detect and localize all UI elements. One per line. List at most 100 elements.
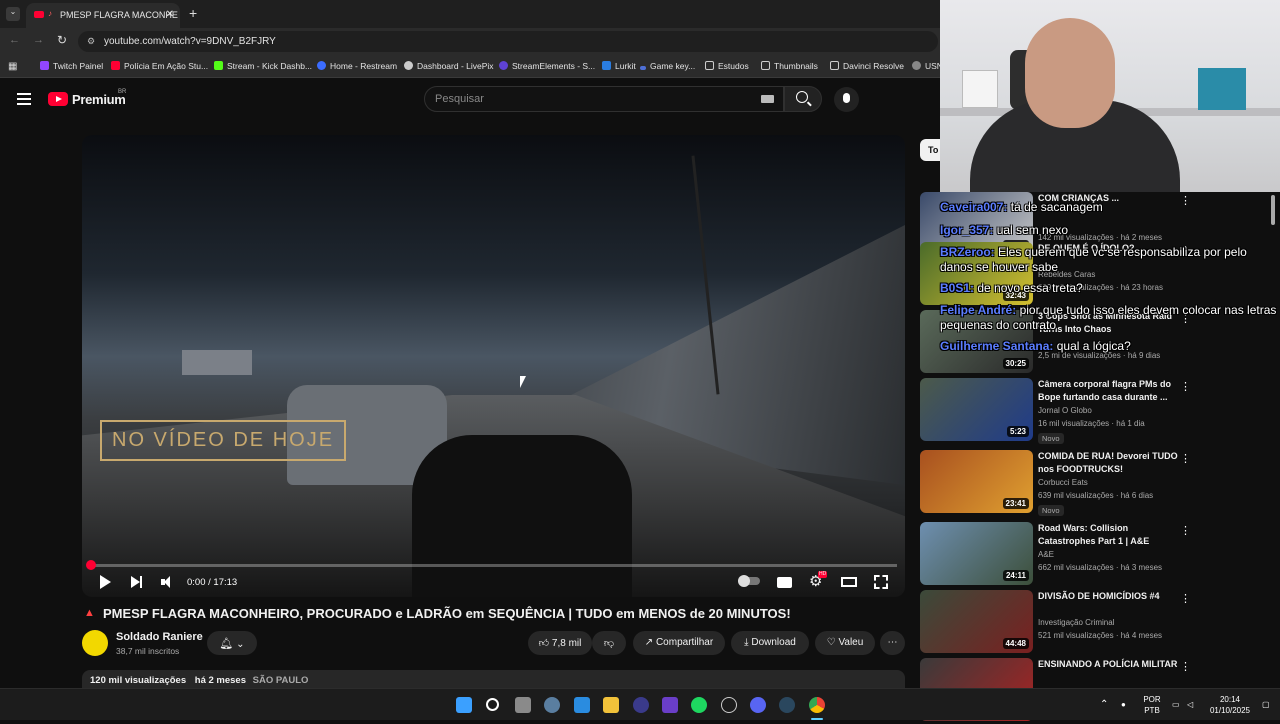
fullscreen-icon[interactable] (873, 574, 889, 590)
notification-bell-button[interactable]: 🔔︎ ⌄ (207, 631, 257, 655)
channel-name[interactable]: Corbucci Eats (1038, 478, 1088, 487)
task-view-icon[interactable] (515, 697, 531, 713)
bookmark-streamelements[interactable]: StreamElements - S... (499, 61, 595, 71)
back-icon[interactable]: ← (9, 34, 20, 46)
filter-chip[interactable]: To (920, 139, 940, 161)
apps-grid-icon[interactable]: ▦ (8, 61, 17, 72)
steam-alt-icon[interactable] (721, 697, 737, 713)
media-app-icon[interactable] (633, 697, 649, 713)
discord-icon[interactable] (750, 697, 766, 713)
bookmark-restream[interactable]: Home - Restream (317, 61, 397, 71)
video-thumbnail[interactable]: 24:11 (920, 522, 1033, 585)
file-explorer-icon[interactable] (603, 697, 619, 713)
site-info-icon[interactable]: ⚙ (87, 36, 95, 47)
search-icon-handle (807, 101, 812, 107)
settings-gear-icon[interactable]: ⚙ HD (809, 571, 828, 590)
theater-mode-icon[interactable] (841, 574, 857, 590)
more-actions-button[interactable]: ⋯ (880, 631, 905, 655)
reload-icon[interactable]: ↻ (57, 33, 67, 47)
video-title[interactable]: DIVISÃO DE HOMICÍDIOS #4 (1038, 590, 1188, 603)
more-vertical-icon[interactable]: ⋮ (1180, 524, 1191, 537)
list-item[interactable]: 44:48 DIVISÃO DE HOMICÍDIOS #4 Investigaçã… (920, 590, 1270, 656)
list-item[interactable]: 5:23 Câmera corporal flagra PMs do Bope f… (920, 378, 1270, 444)
more-vertical-icon[interactable]: ⋮ (1180, 660, 1191, 673)
browser-tab[interactable]: ♪ PMESP FLAGRA MACONHE ✕ (26, 3, 180, 28)
streamdeck-icon[interactable] (662, 697, 678, 713)
tab-list-chevron-icon[interactable]: ⌄ (6, 7, 20, 21)
bookmark-kick[interactable]: Stream - Kick Dashb... (214, 61, 312, 71)
bookmark-folder-thumbnails[interactable]: Thumbnails (761, 61, 818, 71)
video-thumbnail[interactable]: 23:41 (920, 450, 1033, 513)
next-icon[interactable] (129, 574, 145, 590)
search-input[interactable]: Pesquisar (424, 86, 784, 112)
location-tag[interactable]: SÃO PAULO (253, 675, 309, 686)
search-taskbar-icon[interactable] (486, 698, 499, 711)
play-icon[interactable] (98, 574, 114, 590)
clock[interactable]: 20:14 01/10/2025 (1205, 694, 1255, 716)
chevron-down-icon: ⌄ (236, 639, 245, 650)
autoplay-toggle[interactable] (738, 575, 760, 587)
subtitles-icon[interactable] (777, 574, 793, 590)
tray-mic-icon[interactable]: ● (1121, 699, 1126, 710)
new-tab-icon[interactable]: + (189, 5, 197, 21)
menu-icon[interactable] (17, 93, 31, 105)
chrome-icon[interactable] (809, 697, 825, 713)
close-tab-icon[interactable]: ✕ (166, 9, 174, 20)
network-icon[interactable]: ▭ (1172, 699, 1180, 710)
tray-chevron-icon[interactable]: ⌃ (1100, 699, 1108, 710)
channel-name[interactable]: Jornal O Globo (1038, 406, 1092, 415)
youtube-logo-icon[interactable] (48, 92, 68, 106)
video-thumbnail[interactable]: 44:48 (920, 590, 1033, 653)
progress-bar[interactable] (90, 564, 897, 567)
list-item[interactable]: 23:41 COMIDA DE RUA! Devorei TUDO nos FOO… (920, 450, 1270, 516)
video-title[interactable]: Câmera corporal flagra PMs do Bope furta… (1038, 378, 1188, 404)
thanks-button[interactable]: ♡ Valeu (815, 631, 875, 655)
download-button[interactable]: ⤓ Download (731, 631, 809, 655)
settings-taskbar-icon[interactable] (544, 697, 560, 713)
spotify-icon[interactable] (691, 697, 707, 713)
video-title[interactable]: COMIDA DE RUA! Devorei TUDO nos FOODTRUC… (1038, 450, 1188, 476)
browser-tab-bar: ⌄ ♪ PMESP FLAGRA MACONHE ✕ + (0, 0, 940, 28)
bookmark-twitch-painel[interactable]: Twitch Painel (40, 61, 103, 71)
share-button[interactable]: ↗ Compartilhar (633, 631, 725, 655)
language-indicator[interactable]: POR PTB (1140, 694, 1164, 716)
video-title[interactable]: Road Wars: Collision Catastrophes Part 1… (1038, 522, 1188, 548)
more-vertical-icon[interactable]: ⋮ (1180, 592, 1191, 605)
steam-icon[interactable] (779, 697, 795, 713)
channel-avatar[interactable] (82, 630, 108, 656)
notifications-icon[interactable]: ▢ (1262, 699, 1270, 710)
video-frame-motorcycle (412, 435, 632, 597)
chat-username: Igor_357: (940, 223, 994, 237)
bookmark-game-key[interactable]: Game key... (640, 61, 695, 71)
new-badge: Novo (1038, 505, 1064, 516)
bookmark-lurkit[interactable]: Lurkit (602, 61, 636, 71)
keyboard-icon[interactable] (761, 95, 774, 103)
like-button[interactable]: 👍︎ 7,8 mil (528, 631, 592, 655)
search-button[interactable] (784, 86, 822, 112)
video-title[interactable]: ENSINANDO A POLÍCIA MILITAR (1038, 658, 1188, 671)
more-vertical-icon[interactable]: ⋮ (1180, 380, 1191, 393)
bookmark-policia[interactable]: Polícia Em Ação Stu... (111, 61, 208, 71)
more-vertical-icon[interactable]: ⋮ (1180, 452, 1191, 465)
volume-icon[interactable] (160, 574, 176, 590)
volume-tray-icon[interactable]: ◁ (1187, 699, 1193, 710)
bookmark-livepix[interactable]: Dashboard - LivePix (404, 61, 494, 71)
dislike-button[interactable]: 👎︎ (592, 631, 626, 655)
chat-message: Guilherme Santana: qual a lógica? (940, 339, 1270, 354)
bookmark-folder-davinci[interactable]: Davinci Resolve (830, 61, 904, 71)
channel-name[interactable]: Investigação Criminal (1038, 618, 1114, 627)
channel-name[interactable]: Soldado Raniere (116, 631, 203, 643)
voice-search-button[interactable] (834, 87, 859, 112)
channel-name[interactable]: A&E (1038, 550, 1054, 559)
list-item[interactable]: 24:11 Road Wars: Collision Catastrophes P… (920, 522, 1270, 588)
photos-icon[interactable] (574, 697, 590, 713)
address-bar[interactable]: ⚙ youtube.com/watch?v=9DNV_B2FJRY (78, 31, 938, 52)
start-menu-icon[interactable] (456, 697, 472, 713)
bookmark-usn[interactable]: USN (912, 61, 943, 71)
bookmark-folder-estudos[interactable]: Estudos (705, 61, 749, 71)
sidebar-scrollbar[interactable] (1271, 195, 1275, 225)
video-player[interactable]: NO VÍDEO DE HOJE 0:00 / 17:13 ⚙ HD (82, 135, 905, 597)
video-thumbnail[interactable]: 5:23 (920, 378, 1033, 441)
forward-icon[interactable]: → (33, 34, 44, 46)
progress-scrubber[interactable] (86, 560, 96, 570)
